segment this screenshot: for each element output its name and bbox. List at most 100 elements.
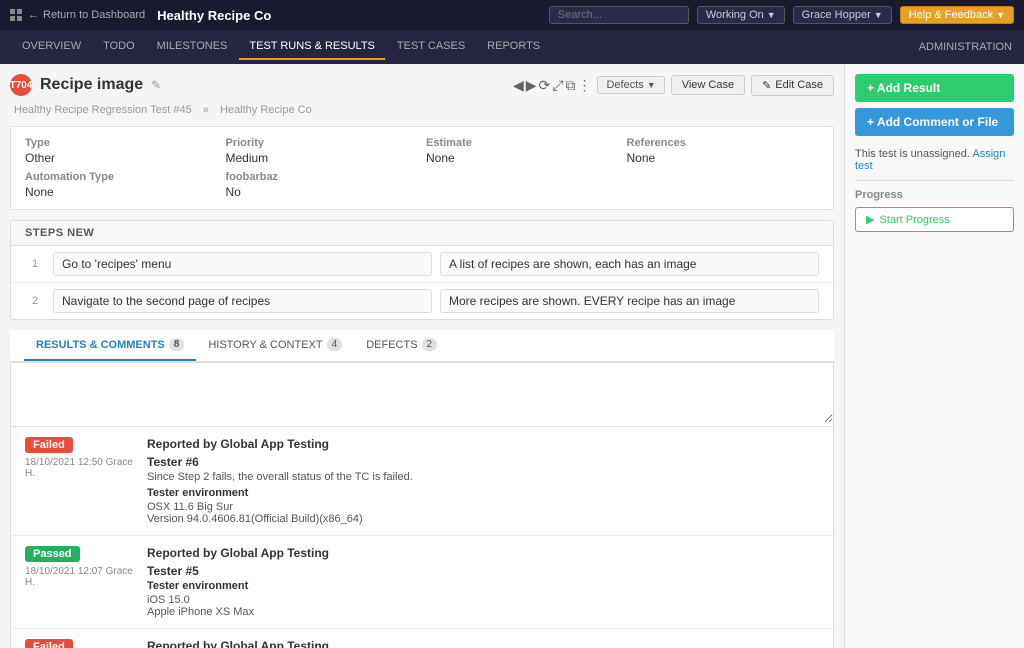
nav-test-runs[interactable]: TEST RUNS & RESULTS [239,34,385,60]
edit-title-icon[interactable]: ✎ [151,78,161,92]
progress-label: Progress [855,180,1014,201]
chevron-down-icon: ▼ [996,10,1005,20]
step-action-1[interactable] [53,252,432,276]
view-case-button[interactable]: View Case [671,75,745,95]
tab-defects[interactable]: DEFECTS 2 [354,330,449,361]
edit-icon: ✎ [762,79,771,92]
tab-history-context[interactable]: HISTORY & CONTEXT 4 [196,330,354,361]
tab-badge-history: 4 [327,338,343,351]
case-title-left: T704 Recipe image ✎ [10,74,161,96]
comment-box [10,362,834,427]
status-badge-passed-2: Passed [25,546,80,562]
options-icon[interactable]: ⋮ [577,77,591,94]
result-source-1: Reported by Global App Testing [147,437,819,451]
references-field: References None [627,137,820,165]
priority-field: Priority Medium [226,137,419,165]
admin-label: ADMINISTRATION [919,41,1012,53]
status-badge-failed-1: Failed [25,437,73,453]
add-comment-button[interactable]: + Add Comment or File [855,108,1014,136]
step-number-2: 2 [25,295,45,307]
chevron-down-icon: ▼ [647,80,656,90]
result-env-value-1a: OSX 11.6 Big Sur [147,501,819,513]
nav-test-cases[interactable]: TEST CASES [387,34,475,60]
result-detail-2: Reported by Global App Testing Tester #5… [147,546,819,618]
breadcrumb-part2[interactable]: Healthy Recipe Co [220,104,312,116]
steps-header: STEPS NEW [11,221,833,246]
nav-milestones[interactable]: MILESTONES [147,34,238,60]
user-menu-button[interactable]: Grace Hopper ▼ [793,6,892,24]
step-action-2[interactable] [53,289,432,313]
nav-arrows: ◀ ▶ ⟳ ⤢ ⧉ ⋮ [513,77,592,94]
breadcrumb: Healthy Recipe Regression Test #45 » Hea… [10,104,834,116]
step-expected-1[interactable] [440,252,819,276]
result-item-3: Failed 18/10/2021 11:53 Grace H. Reporte… [11,629,833,648]
sidebar: + Add Result + Add Comment or File This … [844,64,1024,648]
result-detail-3: Reported by Global App Testing Tester #4… [147,639,819,648]
results-list: Failed 18/10/2021 12:50 Grace H. Reporte… [10,427,834,648]
add-result-button[interactable]: + Add Result [855,74,1014,102]
header-right: Working On ▼ Grace Hopper ▼ Help & Feedb… [549,6,1014,24]
estimate-field: Estimate None [426,137,619,165]
breadcrumb-part1[interactable]: Healthy Recipe Regression Test #45 [14,104,192,116]
result-source-3: Reported by Global App Testing [147,639,819,648]
prev-arrow-icon[interactable]: ◀ [513,77,524,94]
result-detail-1: Reported by Global App Testing Tester #6… [147,437,819,525]
step-row-1: 1 [11,246,833,283]
result-source-2: Reported by Global App Testing [147,546,819,560]
result-item-2: Passed 18/10/2021 12:07 Grace H. Reporte… [11,536,833,629]
status-badge-failed-3: Failed [25,639,73,648]
search-input[interactable] [549,6,689,24]
result-item-1: Failed 18/10/2021 12:50 Grace H. Reporte… [11,427,833,536]
result-status-left-1: Failed 18/10/2021 12:50 Grace H. [25,437,135,525]
case-title: Recipe image [40,76,143,94]
result-env-label-1: Tester environment [147,487,819,499]
step-number-1: 1 [25,258,45,270]
automation-type-field: Automation Type None [25,171,218,199]
result-tester-2: Tester #5 [147,564,819,578]
help-button[interactable]: Help & Feedback ▼ [900,6,1014,24]
next-arrow-icon[interactable]: ▶ [526,77,537,94]
play-icon: ▶ [866,213,874,226]
tab-results-comments[interactable]: RESULTS & COMMENTS 8 [24,330,196,361]
nav-todo[interactable]: TODO [93,34,145,60]
comment-textarea[interactable] [11,363,833,423]
tabs-bar: RESULTS & COMMENTS 8 HISTORY & CONTEXT 4… [10,330,834,362]
app-title: Healthy Recipe Co [157,8,549,23]
result-tester-1: Tester #6 [147,455,819,469]
result-env-value-2a: iOS 15.0 [147,594,819,606]
reload-icon[interactable]: ⟳ [539,77,551,94]
info-panel: Type Other Priority Medium Estimate None… [10,126,834,210]
case-actions: ◀ ▶ ⟳ ⤢ ⧉ ⋮ Defects ▼ View Case ✎ Edit C… [513,75,834,96]
grid-icon [10,9,22,21]
result-note-1: Since Step 2 fails, the overall status o… [147,471,819,483]
result-status-left-2: Passed 18/10/2021 12:07 Grace H. [25,546,135,618]
breadcrumb-separator: » [203,104,209,116]
result-status-left-3: Failed 18/10/2021 11:53 Grace H. [25,639,135,648]
step-expected-2[interactable] [440,289,819,313]
case-header: T704 Recipe image ✎ ◀ ▶ ⟳ ⤢ ⧉ ⋮ Defects … [10,74,834,96]
tab-badge-results: 8 [169,338,185,351]
copy-icon[interactable]: ⧉ [565,77,575,94]
nav-reports[interactable]: REPORTS [477,34,550,60]
type-field: Type Other [25,137,218,165]
assign-text: This test is unassigned. Assign test [855,148,1014,172]
step-row-2: 2 [11,283,833,319]
chevron-down-icon: ▼ [874,10,883,20]
result-date-2: 18/10/2021 12:07 Grace H. [25,566,135,588]
nav-overview[interactable]: OVERVIEW [12,34,91,60]
case-id-badge: T704 [10,74,32,96]
top-header: ← Return to Dashboard Healthy Recipe Co … [0,0,1024,30]
working-on-button[interactable]: Working On ▼ [697,6,785,24]
defects-button[interactable]: Defects ▼ [597,76,664,94]
main-layout: T704 Recipe image ✎ ◀ ▶ ⟳ ⤢ ⧉ ⋮ Defects … [0,64,1024,648]
edit-case-button[interactable]: ✎ Edit Case [751,75,834,96]
nav-bar: OVERVIEW TODO MILESTONES TEST RUNS & RES… [0,30,1024,64]
back-to-dashboard-link[interactable]: ← Return to Dashboard [28,9,145,21]
chevron-down-icon: ▼ [767,10,776,20]
foobarbaz-field: foobarbaz No [226,171,419,199]
result-env-label-2: Tester environment [147,580,819,592]
start-progress-button[interactable]: ▶ Start Progress [855,207,1014,232]
result-env-value-2b: Apple iPhone XS Max [147,606,819,618]
expand-icon[interactable]: ⤢ [552,77,563,94]
steps-section: STEPS NEW 1 2 [10,220,834,320]
